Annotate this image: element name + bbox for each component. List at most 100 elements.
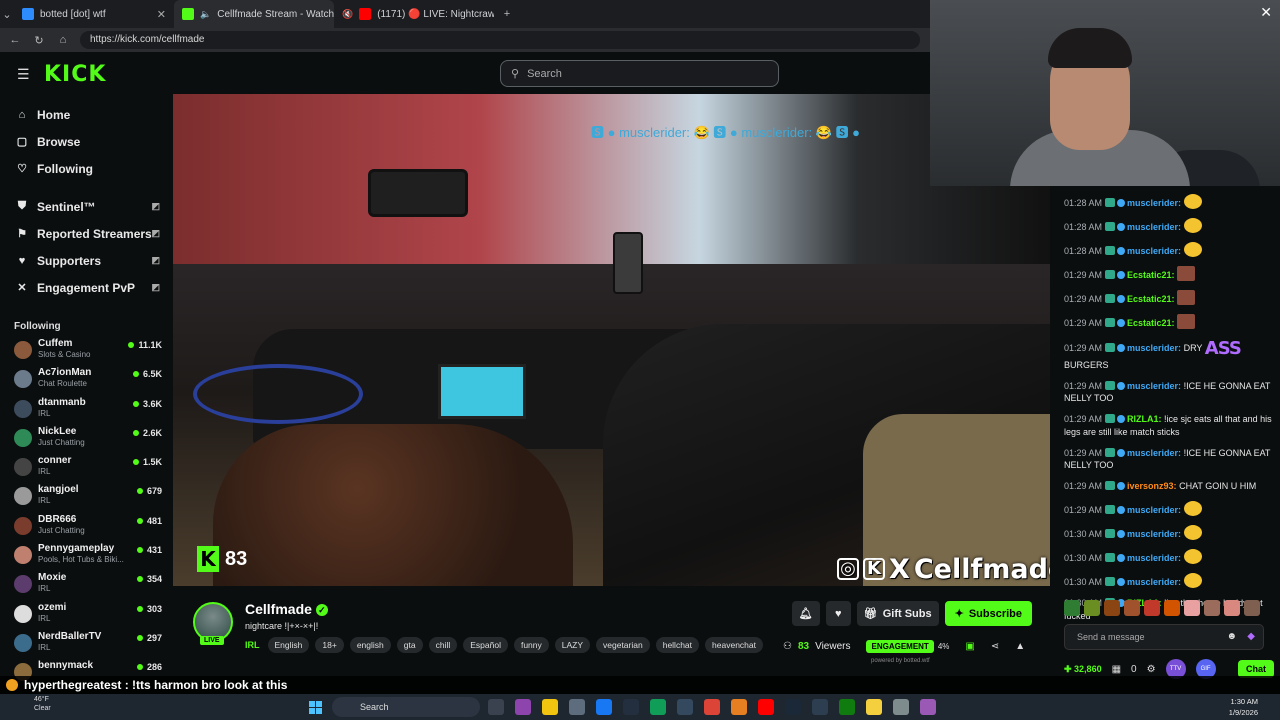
chat-username[interactable]: musclerider: [1127, 529, 1181, 539]
xbox-icon[interactable] [839, 699, 855, 715]
emote-icon[interactable] [1164, 600, 1180, 616]
browser-tab-2[interactable]: 🔈 Cellfmade Stream - Watch Live ✕ [174, 0, 334, 28]
stats-icon[interactable]: ▣ [965, 641, 974, 652]
home-icon[interactable]: ⌂ [56, 34, 70, 46]
taskbar-search[interactable]: Search [332, 697, 480, 717]
chat-username[interactable]: Ecstatic21: [1127, 270, 1175, 280]
report-icon[interactable]: ▲ [1015, 641, 1025, 652]
amazon-icon[interactable] [623, 699, 639, 715]
chat-username[interactable]: musclerider: [1127, 198, 1181, 208]
following-item[interactable]: kangjoel IRL 679 [0, 484, 172, 513]
sidebar-item-supporters[interactable]: ♥ Supporters ◩ [0, 247, 172, 274]
chat-username[interactable]: musclerider: [1127, 381, 1181, 391]
tag-pill[interactable]: hellchat [655, 637, 700, 653]
following-item[interactable]: conner IRL 1.5K [0, 455, 172, 484]
chat-username[interactable]: Ecstatic21: [1127, 294, 1175, 304]
app-icon[interactable] [812, 699, 828, 715]
browser-tab-3[interactable]: 🔇 (1171) 🔴 LIVE: Nightcrawl | L ✕ [334, 0, 494, 28]
share-icon[interactable]: ⋖ [991, 641, 999, 652]
emote-icon[interactable] [1084, 600, 1100, 616]
sidebar-item-browse[interactable]: ▢ Browse [0, 128, 172, 155]
video-player[interactable]: 🆂 ● musclerider: 😂 🆂 ● musclerider: 😂 🆂 … [173, 94, 1050, 586]
tag-pill[interactable]: English [267, 637, 310, 653]
emote-icon[interactable] [1104, 600, 1120, 616]
emoji-icon[interactable]: ☻ [1226, 625, 1237, 649]
emote-icon[interactable] [1224, 600, 1240, 616]
chat-username[interactable]: RIZLA1: [1127, 414, 1162, 424]
following-item[interactable]: Cuffem Slots & Casino 11.1K [0, 338, 172, 367]
chat-message[interactable]: 01:29 AM musclerider: DRY ASS BURGERS [1050, 338, 1280, 371]
chat-message[interactable]: 01:29 AM musclerider: !ICE HE GONNA EAT N… [1050, 380, 1280, 405]
following-item[interactable]: Pennygameplay Pools, Hot Tubs & Biki... 43… [0, 543, 172, 572]
obs-icon[interactable] [893, 699, 909, 715]
emote-icon[interactable] [1124, 600, 1140, 616]
tag-pill[interactable]: Español [463, 637, 508, 653]
mute-icon[interactable]: 🔇 [342, 9, 353, 20]
notes-icon[interactable] [866, 699, 882, 715]
sidebar-item-sentinel[interactable]: ⛊ Sentinel™ ◩ [0, 193, 172, 220]
tab-menu-icon[interactable]: ⌄ [0, 8, 14, 21]
file-explorer-icon[interactable] [542, 699, 558, 715]
gift-icon[interactable]: ▦ [1112, 664, 1121, 675]
copilot-icon[interactable] [515, 699, 531, 715]
app-icon[interactable] [920, 699, 936, 715]
following-item[interactable]: NickLee Just Chatting 2.6K [0, 426, 172, 455]
chat-message[interactable]: 01:28 AM musclerider: [1050, 194, 1280, 209]
chat-username[interactable]: musclerider: [1127, 505, 1181, 515]
tag-pill[interactable]: vegetarian [596, 637, 650, 653]
chat-message[interactable]: 01:30 AM musclerider: [1050, 525, 1280, 541]
tag-pill[interactable]: 18+ [315, 637, 344, 653]
refresh-icon[interactable]: ↻ [32, 34, 46, 47]
chat-username[interactable]: musclerider: [1127, 222, 1181, 232]
chat-input[interactable]: Send a message ☻ ◆ [1064, 624, 1264, 650]
following-item[interactable]: Moxie IRL 354 [0, 572, 172, 601]
tag-pill[interactable]: english [349, 637, 391, 653]
close-tab-icon[interactable]: ✕ [157, 8, 166, 21]
tag-pill[interactable]: chill [428, 637, 458, 653]
chat-message[interactable]: 01:29 AM musclerider: [1050, 501, 1280, 517]
back-icon[interactable]: ← [8, 34, 22, 46]
steam-icon[interactable] [785, 699, 801, 715]
speaker-icon[interactable]: 🔈 [200, 9, 211, 20]
emote-icon[interactable] [1184, 600, 1200, 616]
emote-icon[interactable] [1064, 600, 1080, 616]
follow-button[interactable]: ♥ [825, 601, 851, 626]
emote-icon[interactable] [1244, 600, 1260, 616]
sidebar-item-reported[interactable]: ⚑ Reported Streamers ◩ [0, 220, 172, 247]
system-clock[interactable]: 1:30 AM 1/9/2026 [1229, 696, 1258, 718]
windows-start-icon[interactable] [309, 701, 322, 714]
chat-username[interactable]: musclerider: [1127, 553, 1181, 563]
notification-button[interactable]: 🔔︎ [791, 601, 820, 626]
sidebar-item-home[interactable]: ⌂ Home [0, 101, 172, 128]
youtube-icon[interactable] [758, 699, 774, 715]
chat-username[interactable]: musclerider: [1127, 577, 1181, 587]
search-input[interactable]: ⚲ Search [500, 60, 779, 87]
emote-icon[interactable] [1144, 600, 1160, 616]
sidebar-item-engagement-pvp[interactable]: ✕ Engagement PvP ◩ [0, 274, 172, 301]
tag-pill[interactable]: gta [396, 637, 423, 653]
chat-message[interactable]: 01:28 AM musclerider: [1050, 218, 1280, 233]
kick-logo[interactable]: KICK [44, 62, 106, 87]
following-item[interactable]: DBR666 Just Chatting 481 [0, 514, 172, 543]
chat-message[interactable]: 01:29 AM Ecstatic21: [1050, 266, 1280, 281]
streamer-name[interactable]: Cellfmade ✓ [245, 601, 328, 617]
following-item[interactable]: Ac7ionMan Chat Roulette 6.5K [0, 367, 172, 396]
following-item[interactable]: ozemi IRL 303 [0, 602, 172, 631]
weather-widget[interactable]: 46°F Clear [34, 695, 51, 713]
tag-pill[interactable]: LAZY [554, 637, 591, 653]
chat-message[interactable]: 01:29 AM RIZLA1: !ice sjc eats all that a… [1050, 413, 1280, 438]
chat-username[interactable]: musclerider: [1127, 343, 1181, 353]
chat-message[interactable]: 01:30 AM musclerider: [1050, 549, 1280, 565]
edge-icon[interactable] [650, 699, 666, 715]
extension-icon[interactable]: ◆ [1247, 625, 1255, 649]
subscribe-button[interactable]: ✦ Subscribe [944, 601, 1032, 626]
chat-username[interactable]: Ecstatic21: [1127, 318, 1175, 328]
url-field[interactable]: https://kick.com/cellfmade [80, 31, 920, 49]
emote-icon[interactable] [1204, 600, 1220, 616]
chat-message[interactable]: 01:29 AM Ecstatic21: [1050, 314, 1280, 329]
vlc-icon[interactable] [731, 699, 747, 715]
chat-message[interactable]: 01:29 AM musclerider: !ICE HE GONNA EAT N… [1050, 447, 1280, 472]
following-item[interactable]: NerdBallerTV IRL 297 [0, 631, 172, 660]
chat-message[interactable]: 01:28 AM musclerider: [1050, 242, 1280, 257]
store-icon[interactable] [569, 699, 585, 715]
